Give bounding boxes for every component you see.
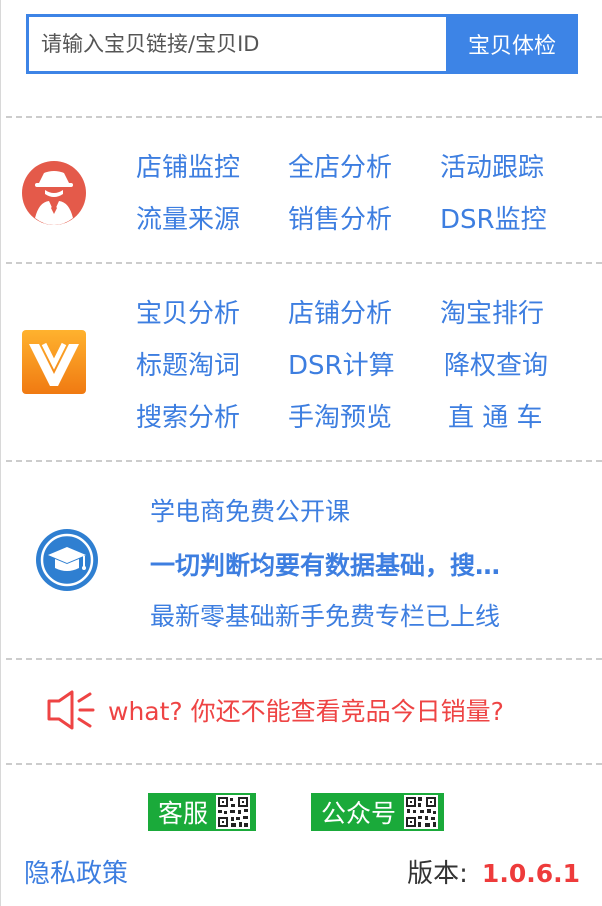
divider	[6, 262, 602, 264]
item-search-bar: 宝贝体检	[26, 14, 578, 74]
item-link-input[interactable]	[39, 31, 446, 57]
left-edge-rule	[0, 0, 1, 906]
spy-agent-icon	[22, 161, 86, 225]
link-full-shop-analysis[interactable]: 全店分析	[288, 147, 392, 184]
link-sales-analysis[interactable]: 销售分析	[288, 199, 392, 236]
link-item-analysis[interactable]: 宝贝分析	[136, 293, 240, 330]
qr-code-icon	[404, 795, 439, 829]
course-free-open-class[interactable]: 学电商免费公开课	[150, 492, 350, 528]
link-dsr-monitor[interactable]: DSR监控	[440, 199, 547, 236]
graduation-cap-icon	[36, 529, 98, 591]
divider	[6, 763, 602, 765]
link-mobile-preview[interactable]: 手淘预览	[288, 397, 392, 434]
item-checkup-button[interactable]: 宝贝体检	[446, 14, 578, 74]
privacy-policy-link[interactable]: 隐私政策	[24, 853, 128, 890]
qr-code-icon	[216, 795, 251, 829]
official-account-label: 公众号	[321, 799, 397, 828]
megaphone-icon	[47, 690, 95, 730]
link-search-analysis[interactable]: 搜索分析	[136, 397, 240, 434]
course-featured-article[interactable]: 一切判断均要有数据基础，搜…	[150, 546, 550, 582]
link-shop-analysis[interactable]: 店铺分析	[288, 293, 392, 330]
divider	[6, 116, 602, 118]
checkmark-logo-icon	[22, 330, 86, 394]
link-taobao-ranking[interactable]: 淘宝排行	[440, 293, 544, 330]
divider	[6, 460, 602, 462]
search-box	[26, 14, 446, 74]
link-shop-monitor[interactable]: 店铺监控	[136, 147, 240, 184]
link-title-keywords[interactable]: 标题淘词	[136, 345, 240, 382]
link-traffic-source[interactable]: 流量来源	[136, 199, 240, 236]
official-account-qr-button[interactable]: 公众号	[311, 793, 445, 831]
customer-service-qr-button[interactable]: 客服	[148, 793, 257, 831]
customer-service-label: 客服	[158, 799, 209, 828]
course-beginner-column[interactable]: 最新零基础新手免费专栏已上线	[150, 597, 500, 633]
promo-banner[interactable]: what? 你还不能查看竞品今日销量?	[46, 688, 504, 732]
version-info: 版本: 1.0.6.1	[407, 853, 580, 890]
link-demotion-check[interactable]: 降权查询	[444, 345, 548, 382]
version-number: 1.0.6.1	[481, 859, 580, 888]
version-label: 版本:	[407, 859, 468, 889]
divider	[6, 658, 602, 660]
link-through-train[interactable]: 直 通 车	[448, 397, 543, 434]
link-dsr-calculator[interactable]: DSR计算	[288, 345, 395, 382]
link-activity-tracking[interactable]: 活动跟踪	[440, 147, 544, 184]
promo-text: what? 你还不能查看竞品今日销量?	[108, 697, 504, 726]
